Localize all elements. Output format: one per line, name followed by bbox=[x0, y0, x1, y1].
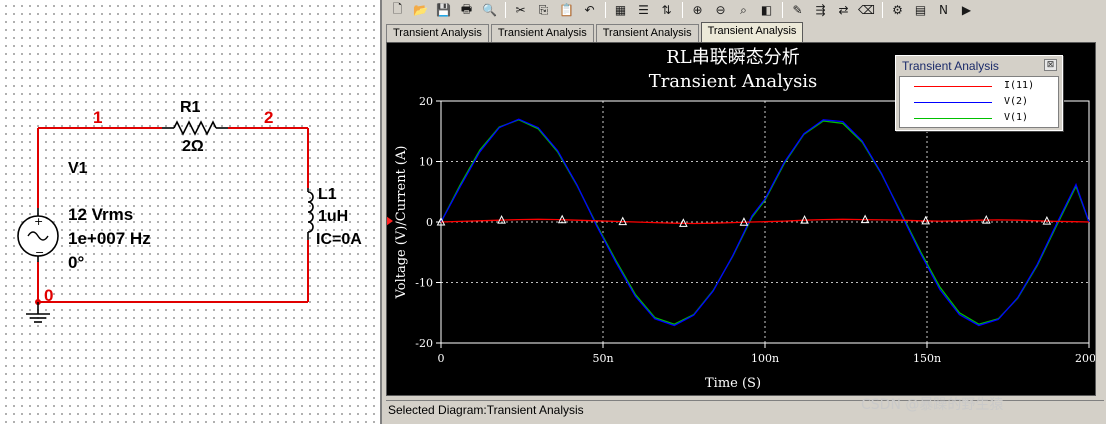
legend-body: I(11) V(2) V(1) bbox=[899, 76, 1059, 128]
legend-label-v1: V(1) bbox=[1004, 112, 1029, 123]
toolbar-separator bbox=[605, 2, 606, 18]
y-tick-label: 10 bbox=[419, 156, 433, 169]
legend-entry-i11[interactable]: I(11) bbox=[900, 79, 1058, 95]
cut-icon[interactable]: ✂ bbox=[511, 1, 530, 19]
save-icon[interactable]: 💾 bbox=[434, 1, 453, 19]
y-tick-label: 20 bbox=[419, 95, 433, 108]
plot-area[interactable]: RL串联瞬态分析 Transient Analysis 20 10 0 -10 -20 0 50… bbox=[386, 42, 1096, 396]
toolbar-separator bbox=[882, 2, 883, 18]
legend-window[interactable]: Transient Analysis ⊠ I(11) V(2) V(1) bbox=[895, 55, 1063, 131]
tab-transient-analysis-3[interactable]: Transient Analysis bbox=[595, 24, 699, 42]
y-tick-label: -10 bbox=[415, 277, 433, 290]
watermark-text: CSDN @暴躁的野生猿 bbox=[861, 397, 1004, 413]
svg-text:+: + bbox=[34, 215, 43, 228]
export-mathcad-icon[interactable]: N bbox=[934, 1, 953, 19]
inductor-value: 1uH bbox=[318, 208, 349, 225]
zoom-out-icon[interactable]: ⊖ bbox=[711, 1, 730, 19]
resistor-name: R1 bbox=[180, 99, 201, 116]
legend-swatch-v2 bbox=[914, 102, 992, 103]
x-tick-label: 150n bbox=[913, 352, 941, 365]
inductor-name: L1 bbox=[318, 186, 337, 203]
schematic-canvas[interactable]: + − 1 2 0 R1 2Ω V1 12 Vrms 1e+007 Hz 0° … bbox=[0, 0, 380, 424]
properties-icon[interactable]: ⚙ bbox=[888, 1, 907, 19]
legend-label-i11: I(11) bbox=[1004, 80, 1035, 91]
zoom-in-icon[interactable]: ⊕ bbox=[688, 1, 707, 19]
tab-transient-analysis-2[interactable]: Transient Analysis bbox=[490, 24, 594, 42]
toolbar-separator bbox=[782, 2, 783, 18]
grapher-window: 🗋 📂 💾 🖶 🔍 ✂ ⎘ 📋 ↶ ▦ ☰ ⇅ ⊕ ⊖ ⌕ ◧ ✎ ⇶ ⇄ ⌫ ⚙ ▤ N ▶ Transient Analy… bbox=[380, 0, 1106, 424]
open-icon[interactable]: 📂 bbox=[411, 1, 430, 19]
paste-icon[interactable]: 📋 bbox=[557, 1, 576, 19]
legend-entry-v2[interactable]: V(2) bbox=[900, 95, 1058, 111]
net-label-0: 0 bbox=[44, 286, 54, 305]
diagram-tabs: Transient Analysis Transient Analysis Tr… bbox=[386, 22, 805, 42]
source-frequency: 1e+007 Hz bbox=[68, 229, 151, 248]
inductor-l1-symbol[interactable] bbox=[307, 188, 314, 240]
zoom-area-icon[interactable]: ⌕ bbox=[734, 1, 753, 19]
legend-label-v2: V(2) bbox=[1004, 96, 1029, 107]
x-axis-label: Time (S) bbox=[705, 376, 761, 391]
grid-icon[interactable]: ▦ bbox=[611, 1, 630, 19]
clear-icon[interactable]: ⌫ bbox=[857, 1, 876, 19]
tab-transient-analysis-1[interactable]: Transient Analysis bbox=[386, 24, 489, 42]
resistor-r1-symbol[interactable] bbox=[162, 120, 228, 136]
undo-icon[interactable]: ↶ bbox=[580, 1, 599, 19]
add-trace-icon[interactable]: ✎ bbox=[788, 1, 807, 19]
legend-icon[interactable]: ☰ bbox=[634, 1, 653, 19]
tab-transient-analysis-4[interactable]: Transient Analysis bbox=[700, 22, 804, 42]
y-tick-label: 0 bbox=[426, 216, 433, 229]
copy-icon[interactable]: ⎘ bbox=[534, 1, 553, 19]
legend-entry-v1[interactable]: V(1) bbox=[900, 111, 1058, 127]
export-labview-icon[interactable]: ▶ bbox=[957, 1, 976, 19]
x-tick-label: 100n bbox=[751, 352, 779, 365]
print-icon[interactable]: 🖶 bbox=[457, 1, 476, 19]
ac-source-v1-symbol[interactable]: + − bbox=[17, 208, 59, 262]
svg-text:−: − bbox=[35, 246, 44, 259]
legend-swatch-v1 bbox=[914, 118, 992, 119]
print-preview-icon[interactable]: 🔍 bbox=[480, 1, 499, 19]
x-tick-label: 50n bbox=[592, 352, 613, 365]
net-label-2: 2 bbox=[264, 108, 274, 127]
toolbar-separator bbox=[505, 2, 506, 18]
x-tick-label: 200n bbox=[1075, 352, 1095, 365]
cursor-icon[interactable]: ⇅ bbox=[657, 1, 676, 19]
source-phase: 0° bbox=[68, 253, 85, 272]
export-excel-icon[interactable]: ▤ bbox=[911, 1, 930, 19]
toolbar-separator bbox=[682, 2, 683, 18]
y-axis-label: Voltage (V)/Current (A) bbox=[394, 146, 409, 300]
grapher-toolbar: 🗋 📂 💾 🖶 🔍 ✂ ⎘ 📋 ↶ ▦ ☰ ⇅ ⊕ ⊖ ⌕ ◧ ✎ ⇶ ⇄ ⌫ ⚙ ▤ N ▶ bbox=[382, 0, 1106, 20]
x-tick-label: 0 bbox=[438, 352, 445, 365]
chart-subtitle: Transient Analysis bbox=[649, 71, 818, 92]
legend-swatch-i11 bbox=[914, 86, 992, 87]
net-label-1: 1 bbox=[93, 108, 103, 127]
legend-title: Transient Analysis bbox=[896, 56, 1062, 74]
overlay-traces-icon[interactable]: ⇶ bbox=[811, 1, 830, 19]
cursor-marker-icon bbox=[387, 216, 393, 226]
close-icon[interactable]: ⊠ bbox=[1044, 59, 1057, 71]
inductor-ic: IC=0A bbox=[316, 231, 362, 248]
source-name: V1 bbox=[68, 160, 88, 177]
black-white-icon[interactable]: ◧ bbox=[757, 1, 776, 19]
chart-title: RL串联瞬态分析 bbox=[666, 47, 800, 68]
reverse-colors-icon[interactable]: ⇄ bbox=[834, 1, 853, 19]
source-amplitude: 12 Vrms bbox=[68, 205, 134, 224]
y-tick-label: -20 bbox=[415, 337, 433, 350]
resistor-value: 2Ω bbox=[182, 138, 204, 155]
new-icon[interactable]: 🗋 bbox=[388, 1, 407, 19]
